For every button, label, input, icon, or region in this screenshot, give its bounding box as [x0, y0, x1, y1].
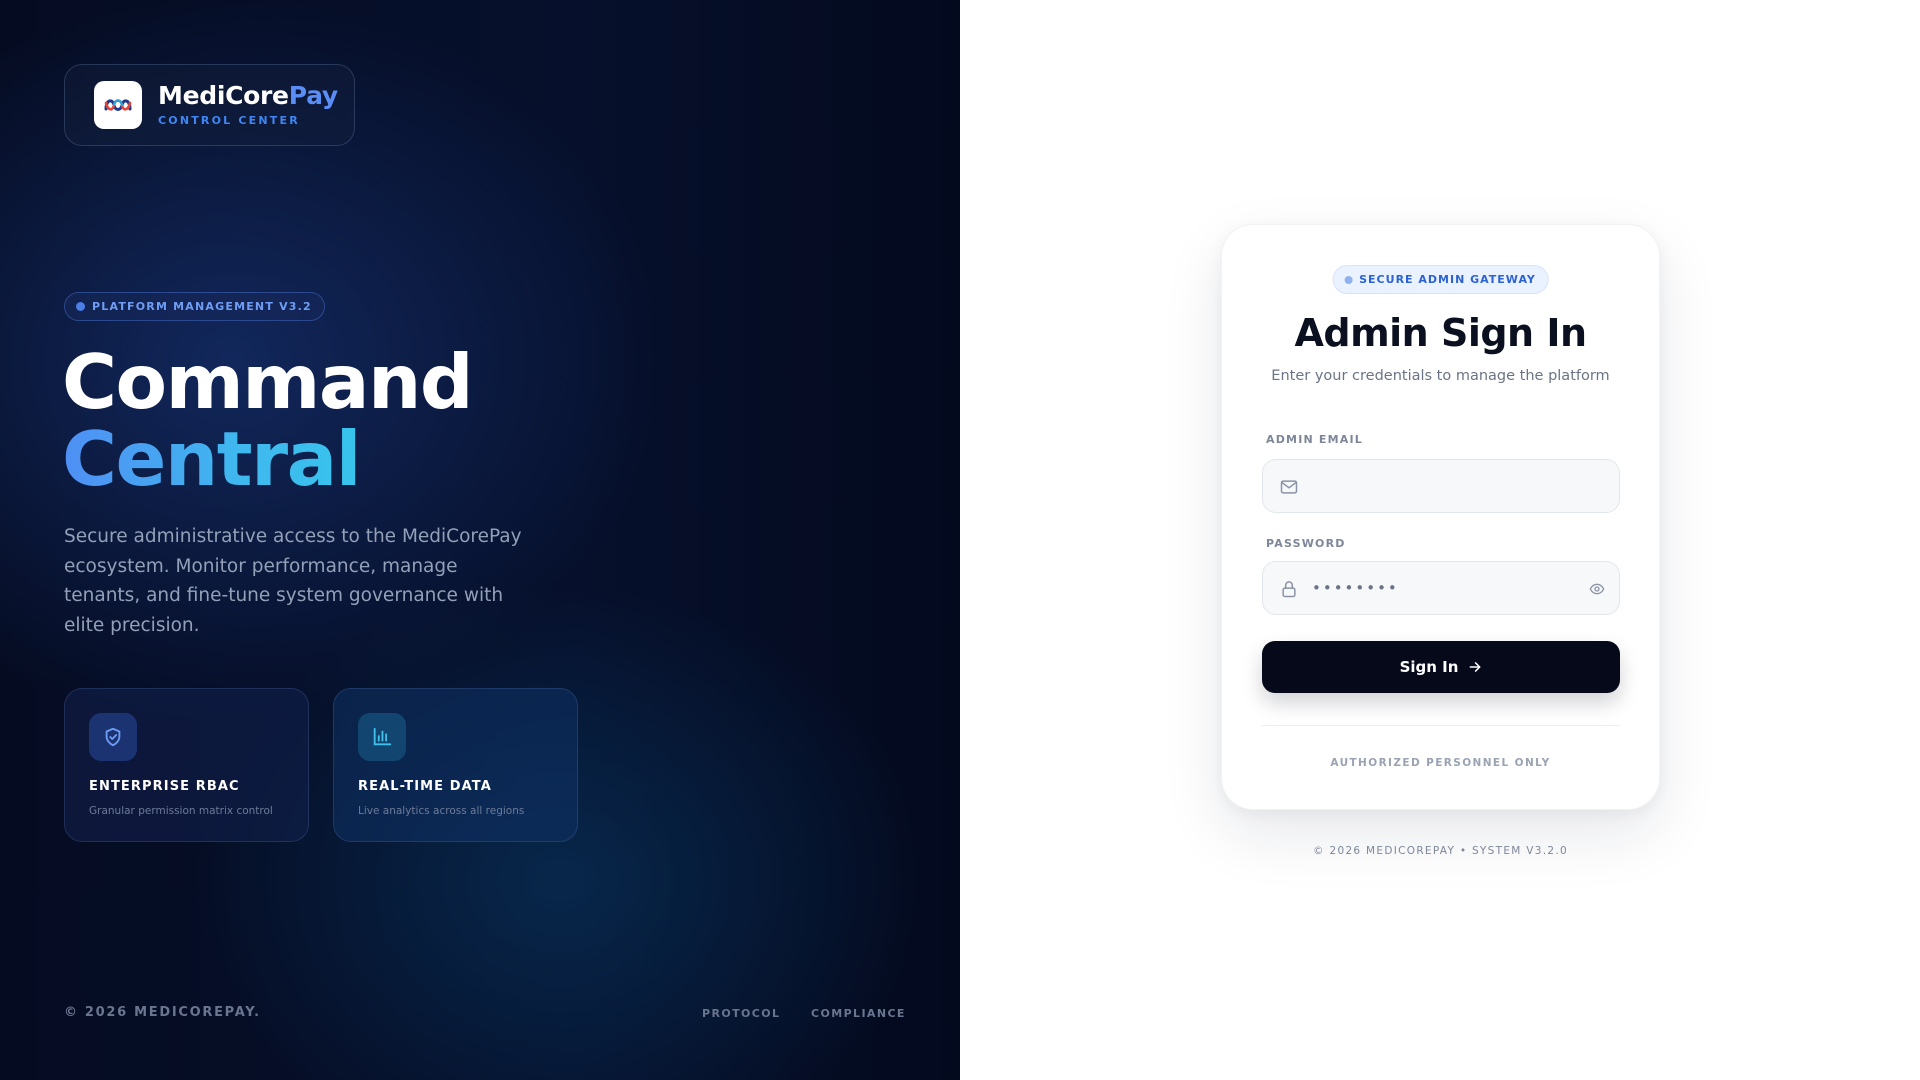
brand-card: MediCorePay CONTROL CENTER	[64, 64, 355, 146]
feature-title: ENTERPRISE RBAC	[89, 779, 240, 794]
brand-subtitle: CONTROL CENTER	[158, 114, 300, 127]
left-copyright: © 2026 MEDICOREPAY.	[64, 1005, 261, 1020]
brand-name: MediCorePay	[158, 81, 338, 110]
shield-check-icon	[89, 713, 137, 761]
arrow-right-icon	[1469, 662, 1481, 672]
login-title: Admin Sign In	[1294, 311, 1587, 355]
sign-in-label: Sign In	[1399, 658, 1459, 676]
password-field[interactable]: ••••••••	[1262, 561, 1620, 615]
left-panel: MediCorePay CONTROL CENTER PLATFORM MANA…	[0, 0, 960, 1080]
sign-in-button[interactable]: Sign In	[1262, 641, 1620, 693]
bar-chart-icon	[358, 713, 406, 761]
lock-icon	[1282, 581, 1296, 598]
password-label: PASSWORD	[1266, 537, 1346, 550]
login-subtitle: Enter your credentials to manage the pla…	[1271, 368, 1610, 384]
gateway-badge: SECURE ADMIN GATEWAY	[1332, 265, 1549, 294]
medicorepay-logo-icon	[94, 81, 142, 129]
version-badge: PLATFORM MANAGEMENT V3.2	[64, 292, 325, 321]
hero-description: Secure administrative access to the Medi…	[64, 526, 522, 636]
protocol-link[interactable]: PROTOCOL	[702, 1007, 780, 1020]
status-dot-icon	[1344, 275, 1353, 284]
feature-subtitle: Granular permission matrix control	[89, 805, 273, 817]
login-card: SECURE ADMIN GATEWAY Admin Sign In Enter…	[1221, 224, 1660, 810]
email-label: ADMIN EMAIL	[1266, 433, 1363, 446]
feature-subtitle: Live analytics across all regions	[358, 805, 525, 817]
mail-icon	[1280, 480, 1298, 494]
email-input[interactable]	[1311, 460, 1581, 512]
version-badge-label: PLATFORM MANAGEMENT V3.2	[92, 300, 312, 313]
system-footer: © 2026 MEDICOREPAY • SYSTEM V3.2.0	[1313, 845, 1568, 857]
status-dot-icon	[76, 302, 85, 311]
feature-title: REAL-TIME DATA	[358, 779, 492, 794]
compliance-link[interactable]: COMPLIANCE	[811, 1007, 906, 1020]
divider	[1262, 725, 1620, 726]
authorized-note: AUTHORIZED PERSONNEL ONLY	[1330, 757, 1551, 769]
brand-name-main: MediCore	[158, 81, 289, 110]
password-input[interactable]: ••••••••	[1312, 579, 1399, 597]
email-field[interactable]	[1262, 459, 1620, 513]
hero-title-line1: Command	[62, 338, 474, 426]
brand-name-accent: Pay	[288, 81, 338, 110]
feature-card-rbac: ENTERPRISE RBAC Granular permission matr…	[64, 688, 309, 842]
hero-title-line2: Central	[62, 415, 361, 503]
eye-icon[interactable]	[1589, 581, 1605, 597]
gateway-badge-label: SECURE ADMIN GATEWAY	[1359, 273, 1536, 286]
feature-card-realtime: REAL-TIME DATA Live analytics across all…	[333, 688, 578, 842]
